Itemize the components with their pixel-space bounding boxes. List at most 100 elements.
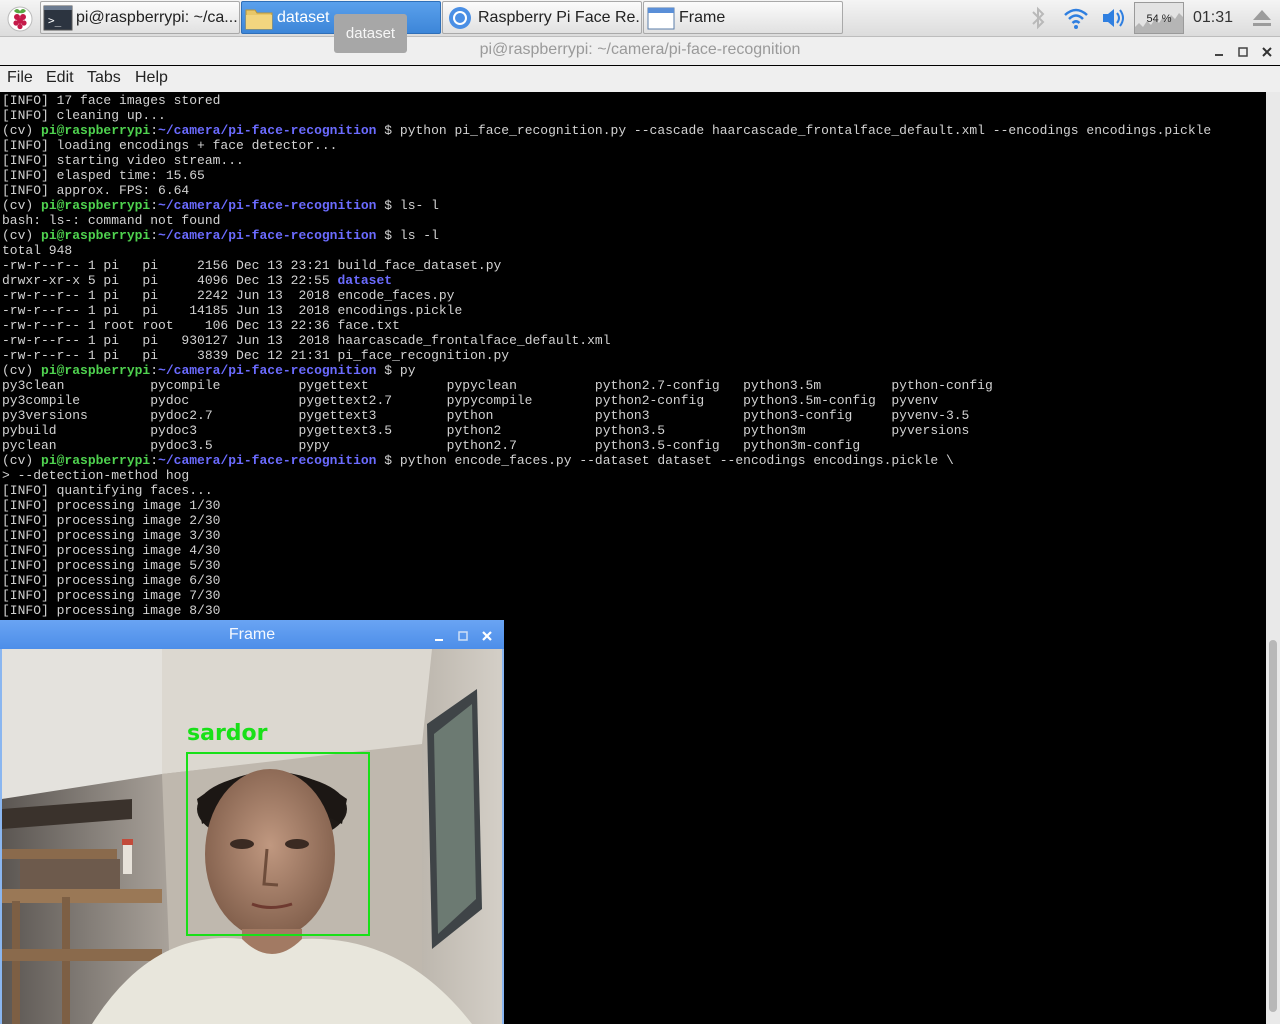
task-chromium[interactable]: Raspberry Pi Face Re...	[442, 1, 642, 34]
frame-titlebar[interactable]: Frame	[0, 620, 504, 649]
bluetooth-icon[interactable]	[1028, 5, 1048, 31]
raspberry-icon[interactable]	[3, 2, 37, 34]
prompt-sep: :	[150, 198, 159, 213]
ls-meta: -rw-r--r-- 1 pi pi 2242 Jun 13 2018	[2, 288, 338, 303]
terminal-line: (cv) pi@raspberrypi:~/camera/pi-face-rec…	[2, 363, 1211, 378]
terminal-titlebar[interactable]: pi@raspberrypi: ~/camera/pi-face-recogni…	[0, 37, 1280, 65]
minimize-icon[interactable]	[1212, 44, 1226, 58]
prompt-path: ~/camera/pi-face-recognition	[158, 228, 377, 243]
close-icon[interactable]	[1260, 44, 1274, 58]
menu-help[interactable]: Help	[135, 69, 168, 87]
terminal-text-segment: total 948	[2, 243, 73, 258]
ls-meta: drwxr-xr-x 5 pi pi 4096 Dec 13 22:55	[2, 273, 338, 288]
terminal-text-segment: [INFO] loading encodings + face detector…	[2, 138, 338, 153]
svg-text:>_: >_	[48, 14, 62, 27]
terminal-line: drwxr-xr-x 5 pi pi 4096 Dec 13 22:55 dat…	[2, 273, 1211, 288]
taskbar: >_ pi@raspberrypi: ~/ca... dataset Raspb…	[0, 0, 1280, 37]
terminal-text-segment: [INFO] processing image 5/30	[2, 558, 221, 573]
terminal-line: [INFO] loading encodings + face detector…	[2, 138, 1211, 153]
terminal-text-segment: pybuild pydoc3 pygettext3.5 python2 pyth…	[2, 423, 970, 438]
prompt-user: pi@raspberrypi	[41, 363, 151, 378]
wifi-icon[interactable]	[1062, 5, 1090, 31]
ls-meta: -rw-r--r-- 1 pi pi 3839 Dec 12 21:31	[2, 348, 338, 363]
scrollbar-thumb[interactable]	[1269, 640, 1277, 1012]
prompt-command: $ python encode_faces.py --dataset datas…	[376, 453, 954, 468]
terminal-text-segment: [INFO] processing image 7/30	[2, 588, 221, 603]
scrollbar[interactable]	[1266, 92, 1280, 1024]
ls-file-name: face.txt	[337, 318, 400, 333]
maximize-icon[interactable]	[1236, 44, 1250, 58]
menu-edit[interactable]: Edit	[46, 69, 74, 87]
minimize-icon[interactable]	[432, 628, 446, 647]
ls-meta: -rw-r--r-- 1 root root 106 Dec 13 22:36	[2, 318, 338, 333]
ls-file-name: build_face_dataset.py	[337, 258, 502, 273]
task-terminal[interactable]: >_ pi@raspberrypi: ~/ca...	[40, 1, 240, 34]
terminal-line: ce_recognition.py --cascade haarcascade_…	[503, 962, 1264, 981]
window-icon	[646, 5, 676, 31]
terminal-line: (cv) pi@raspberrypi:~/camera/pi-face-rec…	[2, 123, 1211, 138]
terminal-line: (cv) pi@raspberrypi:~/camera/pi-face-rec…	[2, 228, 1211, 243]
task-label: dataset	[277, 9, 330, 26]
terminal-text-segment: [INFO] quantifying faces...	[2, 483, 213, 498]
menu-file[interactable]: File	[7, 69, 33, 87]
prompt-env: (cv)	[2, 363, 42, 378]
ls-dir-name: dataset	[337, 273, 393, 288]
face-detection-box	[186, 752, 370, 936]
ls-meta: -rw-r--r-- 1 pi pi 14185 Jun 13 2018	[2, 303, 338, 318]
frame-title: Frame	[228, 626, 276, 643]
terminal-text-segment: [INFO] processing image 1/30	[2, 498, 221, 513]
close-icon[interactable]	[480, 628, 494, 647]
terminal-line: total 948	[2, 243, 1211, 258]
prompt-sep: :	[150, 363, 159, 378]
prompt-command: $ python pi_face_recognition.py --cascad…	[376, 123, 1212, 138]
terminal-line: [INFO] processing image 7/30	[2, 588, 1211, 603]
task-label: pi@raspberrypi: ~/ca...	[76, 9, 238, 26]
terminal-menubar: File Edit Tabs Help	[0, 66, 1280, 92]
volume-icon[interactable]	[1100, 5, 1128, 31]
terminal-line: [INFO] processing image 4/30	[2, 543, 1211, 558]
terminal-text-segment: [INFO] 17 face images stored	[2, 93, 221, 108]
prompt-path: ~/camera/pi-face-recognition	[158, 363, 377, 378]
maximize-icon[interactable]	[456, 628, 470, 647]
ls-meta: -rw-r--r-- 1 pi pi 930127 Jun 13 2018	[2, 333, 338, 348]
terminal-text-segment: [INFO] processing image 8/30	[2, 603, 221, 618]
terminal-icon: >_	[43, 5, 73, 31]
terminal-text: [INFO] 17 face images stored [INFO] clean…	[2, 93, 1211, 618]
terminal-line: (cv) pi@raspberrypi:~/camera/pi-face-rec…	[2, 198, 1211, 213]
terminal-line: -rw-r--r-- 1 root root 106 Dec 13 22:36 …	[2, 318, 1211, 333]
ls-file-name: encode_faces.py	[337, 288, 455, 303]
terminal-line: pybuild pydoc3 pygettext3.5 python2 pyth…	[2, 423, 1211, 438]
terminal-text-segment: py3versions pydoc2.7 pygettext3 python p…	[2, 408, 970, 423]
terminal-line: [INFO] quantifying faces...	[2, 483, 1211, 498]
prompt-user: pi@raspberrypi	[41, 123, 151, 138]
cpu-usage: 54 %	[1146, 13, 1172, 25]
window-title: pi@raspberrypi: ~/camera/pi-face-recogni…	[479, 41, 801, 58]
prompt-path: ~/camera/pi-face-recognition	[158, 198, 377, 213]
terminal-text-segment: [INFO] processing image 4/30	[2, 543, 221, 558]
prompt-user: pi@raspberrypi	[41, 228, 151, 243]
terminal-line: (cv) pi@raspberrypi:~/camera/pi-face-rec…	[2, 453, 1211, 468]
prompt-command: $ py	[376, 363, 416, 378]
menu-tabs[interactable]: Tabs	[87, 69, 121, 87]
terminal-line: [INFO] processing image 8/30	[2, 603, 1211, 618]
prompt-env: (cv)	[2, 228, 42, 243]
terminal-line: pyclean pydoc3.5 pypy python2.7 python3.…	[2, 438, 1211, 453]
prompt-user: pi@raspberrypi	[41, 198, 151, 213]
task-frame[interactable]: Frame	[643, 1, 843, 34]
clock[interactable]: 01:31	[1193, 9, 1233, 27]
terminal-text-segment: [INFO] cleaning up...	[2, 108, 166, 123]
terminal-line: [INFO] processing image 2/30	[2, 513, 1211, 528]
prompt-command: $ ls- l	[376, 198, 439, 213]
prompt-user: pi@raspberrypi	[41, 453, 151, 468]
chromium-icon	[445, 5, 475, 31]
terminal-text-segment: pyclean pydoc3.5 pypy python2.7 python3.…	[2, 438, 861, 453]
terminal-text-segment: [INFO] starting video stream...	[2, 153, 244, 168]
cpu-monitor[interactable]: 54 %	[1134, 2, 1184, 34]
terminal-line: -rw-r--r-- 1 pi pi 3839 Dec 12 21:31 pi_…	[2, 348, 1211, 363]
terminal-line: -rw-r--r-- 1 pi pi 2156 Dec 13 23:21 bui…	[2, 258, 1211, 273]
terminal-text-segment: > --detection-method hog	[2, 468, 190, 483]
terminal-text-segment: [INFO] processing image 2/30	[2, 513, 221, 528]
terminal-line: [INFO] processing image 6/30	[2, 573, 1211, 588]
eject-icon[interactable]	[1250, 5, 1274, 31]
terminal-line: [INFO] starting video stream...	[2, 153, 1211, 168]
